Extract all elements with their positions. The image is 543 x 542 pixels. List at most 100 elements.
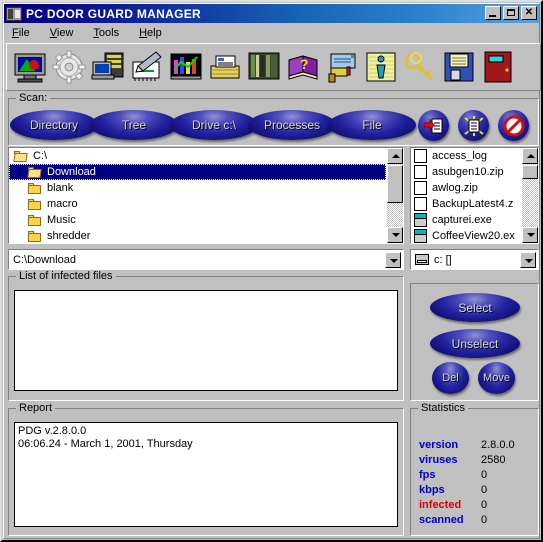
scroll-down-button[interactable] <box>522 227 538 243</box>
scan-drive-button[interactable]: Drive c:\ <box>170 110 258 140</box>
scroll-down-button[interactable] <box>387 227 403 243</box>
toolbar: ? <box>6 43 541 91</box>
scan-processes-button[interactable]: Processes <box>248 110 336 140</box>
stat-row: infected 0 <box>419 498 534 513</box>
scan-group-label: Scan: <box>16 92 51 104</box>
keys-icon[interactable] <box>403 50 437 84</box>
chevron-down-icon[interactable] <box>385 252 401 268</box>
floppy-save-icon[interactable] <box>442 50 476 84</box>
report-group-label: Report <box>16 402 56 414</box>
door-cabinet-icon <box>6 6 22 21</box>
file-icon <box>414 165 427 179</box>
tree-item-label: C:\ <box>33 150 48 162</box>
select-button[interactable]: Select <box>430 293 520 322</box>
tree-item-label: Download <box>47 166 96 178</box>
file-label: access_log <box>432 150 488 162</box>
menu-item-file[interactable]: File <box>12 27 30 39</box>
scan-start-button[interactable] <box>418 110 449 141</box>
bar-chart-icon[interactable] <box>169 50 203 84</box>
tree-item[interactable]: macro <box>9 196 386 212</box>
statistics-group-label: Statistics <box>418 402 469 414</box>
menu-item-view[interactable]: View <box>50 27 74 39</box>
tree-item-label: blank <box>47 182 74 194</box>
executable-icon <box>414 213 427 227</box>
path-combo-value: C:\Download <box>13 253 76 266</box>
directory-tree[interactable]: C:\ Download blank macro Music shredder <box>8 147 404 244</box>
open-folder-icon <box>27 166 43 179</box>
infected-files-label: List of infected files <box>16 270 116 282</box>
list-item[interactable]: access_log <box>411 148 521 164</box>
path-combo[interactable]: C:\Download <box>8 249 404 270</box>
folder-icon <box>27 182 43 195</box>
mailbox-icon[interactable] <box>325 50 359 84</box>
maximize-button[interactable] <box>503 6 519 20</box>
stat-row: scanned 0 <box>419 513 534 528</box>
file-list-scrollbar[interactable] <box>522 148 538 243</box>
report-line: 06:06.24 - March 1, 2001, Thursday <box>18 438 193 450</box>
info-icon[interactable] <box>364 50 398 84</box>
notepad-pen-icon[interactable] <box>130 50 164 84</box>
executable-icon <box>414 229 427 243</box>
file-label: awlog.zip <box>432 182 478 194</box>
stat-row: viruses 2580 <box>419 453 534 468</box>
menu-bar: File View Tools Help <box>5 24 538 42</box>
stat-label: version <box>419 439 459 451</box>
tree-item-label: macro <box>47 198 78 210</box>
scan-analyze-button[interactable] <box>458 110 489 141</box>
title-bar[interactable]: PC DOOR GUARD MANAGER ✕ <box>4 4 539 23</box>
stat-value: 2.8.0.0 <box>481 439 515 451</box>
list-item[interactable]: asubgen10.zip <box>411 164 521 180</box>
scan-directory-button[interactable]: Directory <box>10 110 98 140</box>
gear-settings-icon[interactable] <box>52 50 86 84</box>
monitor-display-icon[interactable] <box>13 50 47 84</box>
list-item[interactable]: capturei.exe <box>411 212 521 228</box>
stat-row: version 2.8.0.0 <box>419 438 534 453</box>
stat-label: kbps <box>419 484 445 496</box>
file-list[interactable]: access_log asubgen10.zip awlog.zip Backu… <box>410 147 539 244</box>
tree-item[interactable]: Download <box>9 164 386 180</box>
scroll-thumb[interactable] <box>522 165 538 179</box>
del-button[interactable]: Del <box>432 362 469 394</box>
menu-item-tools[interactable]: Tools <box>93 27 119 39</box>
computer-server-icon[interactable] <box>91 50 125 84</box>
stat-label: viruses <box>419 454 458 466</box>
file-icon <box>414 181 427 195</box>
file-icon <box>414 149 427 163</box>
scroll-up-button[interactable] <box>387 148 403 164</box>
folder-icon <box>27 214 43 227</box>
stat-value: 0 <box>481 484 488 496</box>
minimize-button[interactable] <box>485 6 501 20</box>
scan-stop-button[interactable] <box>498 110 529 141</box>
stat-row: fps 0 <box>419 468 534 483</box>
unselect-button[interactable]: Unselect <box>430 329 520 358</box>
drive-combo[interactable]: c: [] <box>410 249 539 270</box>
tree-item[interactable]: Music <box>9 212 386 228</box>
folder-icon <box>27 230 43 243</box>
close-button[interactable]: ✕ <box>521 6 537 20</box>
infected-files-list[interactable] <box>14 290 398 391</box>
drive-icon <box>415 254 429 265</box>
tree-scrollbar[interactable] <box>387 148 403 243</box>
drive-combo-value: c: [] <box>434 253 452 266</box>
scroll-thumb[interactable] <box>387 165 403 203</box>
file-label: asubgen10.zip <box>432 166 504 178</box>
stat-value: 2580 <box>481 454 506 466</box>
tree-item[interactable]: blank <box>9 180 386 196</box>
scan-file-button[interactable]: File <box>328 110 416 140</box>
scroll-up-button[interactable] <box>522 148 538 164</box>
card-file-box-icon[interactable] <box>208 50 242 84</box>
move-button[interactable]: Move <box>478 362 515 394</box>
bookshelf-icon[interactable] <box>247 50 281 84</box>
report-textarea[interactable]: PDG v.2.8.0.0 06:06.24 - March 1, 2001, … <box>14 422 398 527</box>
help-book-icon[interactable]: ? <box>286 50 320 84</box>
list-item[interactable]: BackupLatest4.z <box>411 196 521 212</box>
tree-item[interactable]: C:\ <box>9 148 386 164</box>
scan-tree-button[interactable]: Tree <box>90 110 178 140</box>
chevron-down-icon[interactable] <box>520 252 536 268</box>
red-door-icon[interactable] <box>481 50 515 84</box>
stat-label: infected <box>419 499 462 511</box>
menu-item-help[interactable]: Help <box>139 27 162 39</box>
list-item[interactable]: CoffeeView20.ex <box>411 228 521 243</box>
list-item[interactable]: awlog.zip <box>411 180 521 196</box>
tree-item[interactable]: shredder <box>9 228 386 243</box>
